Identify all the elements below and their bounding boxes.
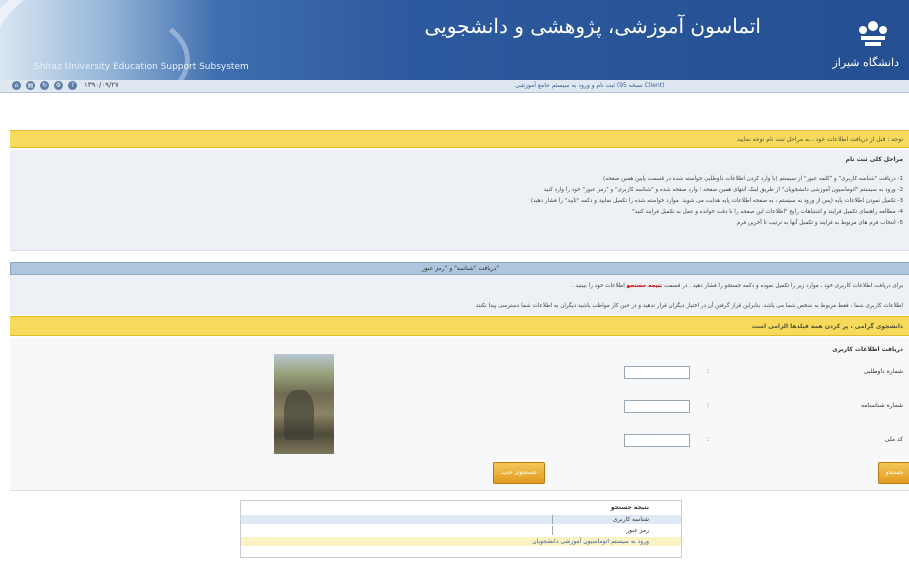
step-4: 4- مطالعه راهنمای تکمیل فرایند و اشتباها… <box>632 209 903 215</box>
home-icon[interactable]: ⌂ <box>12 81 21 90</box>
field3-colon: : <box>707 436 710 443</box>
info-line-1-post: اطلاعات خود را ببینید . <box>571 283 625 289</box>
info-line-2: اطلاعات کاربری شما ، فقط مربوط به شخص شم… <box>475 303 903 309</box>
steps-heading: مراحل کلی ثبت نام <box>845 156 903 163</box>
field2-label: شماره شناسنامه <box>860 402 903 409</box>
info-panel: برای دریافت اطلاعات کاربری خود ، موارد ز… <box>10 275 909 315</box>
search-button[interactable]: جستجو <box>878 462 909 484</box>
birth-certificate-input[interactable] <box>624 400 690 413</box>
form-panel: دریافت اطلاعات کاربری شماره داوطلبی : شم… <box>10 338 909 491</box>
password-label: رمز عبور <box>626 527 649 534</box>
step-3: 3- تکمیل نمودن اطلاعات پایه (پس از ورود … <box>530 198 903 204</box>
results-divider-1 <box>552 515 553 524</box>
candidate-number-input[interactable] <box>624 366 690 379</box>
info-line-1-pre: برای دریافت اطلاعات کاربری خود ، موارد ز… <box>664 283 903 289</box>
results-title: نتیجه جستجو <box>610 504 649 511</box>
logo-caption: دانشگاه شیراز <box>832 56 900 69</box>
university-title: اتماسون آموزشی، پژوهشی و دانشجویی <box>424 14 761 38</box>
notice-bar: توجه : قبل از دریافت اطلاعات خود ، به مر… <box>10 130 909 148</box>
info-line-1: برای دریافت اطلاعات کاربری خود ، موارد ز… <box>572 283 903 289</box>
registration-title-bar: دریافت "شناسه" و "رمز عبور" <box>10 262 909 275</box>
login-link[interactable]: ورود به سیستم اتوماسیون آموزشی دانشجویان <box>241 537 681 546</box>
field2-colon: : <box>707 402 710 409</box>
header-banner: Shiraz University Education Support Subs… <box>0 0 909 80</box>
form-heading: دریافت اطلاعات کاربری <box>832 346 903 353</box>
results-table: نتیجه جستجو شناسه کاربری رمز عبور ورود ب… <box>240 500 682 558</box>
results-divider-2 <box>552 526 553 535</box>
university-logo-icon <box>859 21 887 46</box>
step-2: 2- ورود به سیستم "اتوماسیون آموزشی دانشج… <box>543 187 903 193</box>
welcome-bar: دانشجوی گرامی ، پر کردن همه فیلدها الزام… <box>10 316 909 336</box>
settings-icon[interactable]: ⚙ <box>54 81 63 90</box>
system-link[interactable]: ثبت نام و ورود به سیستم جامع آموزشی (نسخ… <box>515 82 664 89</box>
results-row-1: شناسه کاربری <box>241 515 681 524</box>
step-5: 5- انتخاب فرم های مربوط به فرایند و تکمی… <box>736 220 903 226</box>
national-code-input[interactable] <box>624 434 690 447</box>
date-display: ۱۳۹۰/۰۹/۲۷ <box>84 81 119 89</box>
help-icon[interactable]: ? <box>68 81 77 90</box>
refresh-icon[interactable]: ↻ <box>40 81 49 90</box>
field1-label: شماره داوطلبی <box>863 368 903 375</box>
results-row-2: رمز عبور <box>241 526 681 535</box>
user-id-label: شناسه کاربری <box>612 516 649 523</box>
info-highlight: نتیجه جستجو <box>626 283 663 289</box>
new-search-button[interactable]: جستجوی جدید <box>493 462 545 484</box>
campus-photo <box>274 354 334 454</box>
step-1: 1- دریافت "شناسه کاربری" و "کلمه عبور" ا… <box>603 176 903 182</box>
subsystem-title: Shiraz University Education Support Subs… <box>34 62 249 72</box>
document-icon[interactable]: ▤ <box>26 81 35 90</box>
field3-label: کد ملی <box>884 436 903 443</box>
toolbar: ⌂ ▤ ↻ ⚙ ? ۱۳۹۰/۰۹/۲۷ ثبت نام و ورود به س… <box>0 80 909 93</box>
field1-colon: : <box>707 368 710 375</box>
steps-panel: مراحل کلی ثبت نام 1- دریافت "شناسه کاربر… <box>10 150 909 251</box>
